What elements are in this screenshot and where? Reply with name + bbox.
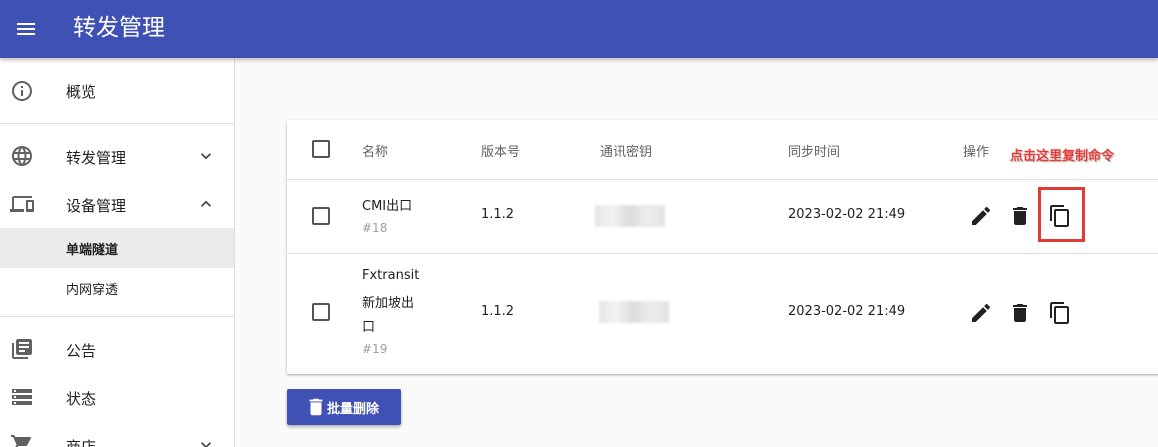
column-header-key[interactable]: 通讯密钥 (600, 141, 652, 160)
select-all-checkbox[interactable] (312, 140, 330, 158)
row-sync-time: 2023-02-02 21:49 (788, 304, 906, 319)
sidebar-item-shop[interactable]: 商店 (0, 421, 234, 447)
row-version: 1.1.2 (481, 207, 515, 222)
devices-icon (10, 196, 34, 212)
sidebar-subitem-label: 单端隧道 (66, 243, 119, 258)
redacted-key (599, 301, 669, 323)
app-bar: 转发管理 (0, 0, 1158, 58)
row-version: 1.1.2 (481, 304, 515, 319)
info-icon (12, 81, 32, 101)
row-checkbox[interactable] (312, 303, 330, 321)
edit-icon[interactable] (969, 204, 993, 228)
sidebar-subitem-label: 内网穿透 (66, 283, 119, 298)
page-title: 转发管理 (73, 15, 165, 41)
column-header-actions: 操作 (963, 145, 990, 160)
storage-icon (12, 389, 32, 405)
row-name-line: Fxtransit (362, 268, 420, 283)
row-name: CMI出口 (362, 199, 413, 214)
row-divider (287, 179, 1158, 180)
sidebar-item-status[interactable]: 状态 (0, 373, 234, 421)
tunnel-table: 名称 版本号 通讯密钥 同步时间 操作 点击这里复制命令 CMI出口 #18 1… (287, 120, 1158, 374)
sidebar-item-label: 状态 (66, 390, 97, 408)
sidebar-item-forwarding[interactable]: 转发管理 (0, 132, 234, 180)
sidebar-item-label: 设备管理 (66, 197, 127, 215)
sidebar-item-label: 概览 (66, 83, 97, 101)
chevron-up-icon (201, 200, 211, 207)
sidebar-subitem-nat-traversal[interactable]: 内网穿透 (0, 268, 234, 308)
column-header-name[interactable]: 名称 (362, 141, 388, 160)
row-name-line: 口 (362, 320, 376, 335)
sidebar-item-devices[interactable]: 设备管理 (0, 180, 234, 228)
column-header-sync-time[interactable]: 同步时间 (788, 141, 840, 160)
chevron-down-icon (201, 153, 211, 160)
cart-icon (11, 435, 32, 447)
sidebar-divider (0, 316, 234, 317)
globe-icon (12, 146, 32, 166)
sidebar-item-label: 商店 (66, 438, 97, 447)
delete-icon[interactable] (1008, 301, 1032, 325)
row-checkbox[interactable] (312, 207, 330, 225)
redacted-key (595, 205, 665, 227)
sidebar-item-overview[interactable]: 概览 (0, 58, 234, 123)
row-sync-time: 2023-02-02 21:49 (788, 207, 906, 222)
sidebar-item-label: 公告 (66, 342, 97, 360)
sidebar-item-announcements[interactable]: 公告 (0, 325, 234, 373)
menu-icon[interactable] (14, 17, 38, 41)
row-divider (287, 253, 1158, 254)
row-name-line: 新加坡出 (362, 296, 415, 311)
delete-icon (309, 398, 323, 416)
batch-delete-button[interactable]: 批量删除 (287, 389, 401, 425)
library-books-icon (12, 339, 32, 359)
sidebar-divider (0, 123, 234, 124)
sidebar: 概览 转发管理 设备管理 单端隧道 内网穿透 公告 状态 商店 (0, 58, 235, 447)
sidebar-subitem-single-tunnel[interactable]: 单端隧道 (0, 228, 234, 268)
edit-icon[interactable] (969, 301, 993, 325)
column-header-version[interactable]: 版本号 (481, 141, 520, 160)
sidebar-item-label: 转发管理 (66, 149, 127, 167)
row-id: #18 (362, 221, 388, 235)
copy-highlight-box (1038, 187, 1085, 242)
chevron-down-icon (201, 442, 211, 447)
batch-delete-label: 批量删除 (327, 402, 380, 417)
delete-icon[interactable] (1008, 204, 1032, 228)
annotation-callout: 点击这里复制命令 (1010, 149, 1115, 164)
row-id: #19 (362, 342, 388, 356)
copy-icon[interactable] (1048, 301, 1072, 325)
